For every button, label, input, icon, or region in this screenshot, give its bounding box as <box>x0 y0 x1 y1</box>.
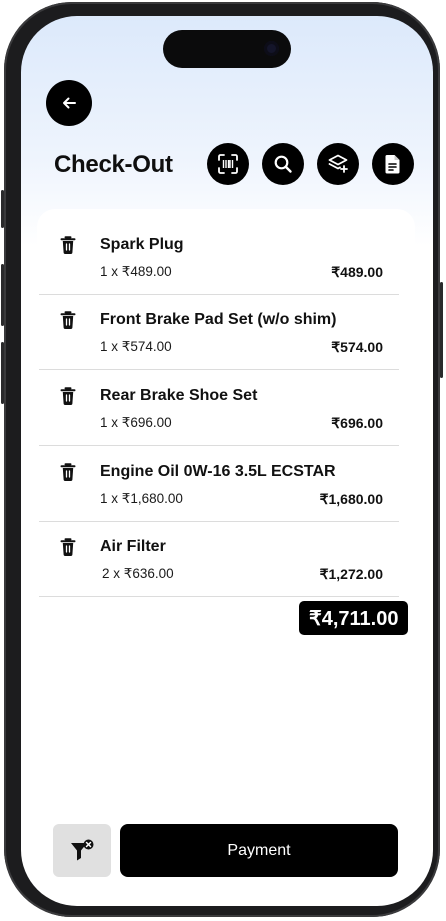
grand-total-badge: ₹4,711.00 <box>299 601 409 635</box>
page-title: Check-Out <box>54 151 173 178</box>
side-button <box>1 190 4 228</box>
trash-icon[interactable] <box>60 235 76 255</box>
item-total: ₹489.00 <box>331 264 383 280</box>
trash-icon[interactable] <box>60 537 76 557</box>
item-total: ₹574.00 <box>331 339 383 355</box>
trash-icon[interactable] <box>60 462 76 482</box>
arrow-left-icon <box>63 97 76 109</box>
item-qty-price: 1 x ₹696.00 <box>100 415 172 430</box>
item-qty-price: 1 x ₹574.00 <box>100 339 172 354</box>
back-button[interactable] <box>46 80 92 126</box>
document-button[interactable] <box>372 143 414 185</box>
filter-clear-icon <box>71 839 94 860</box>
layers-plus-icon <box>328 154 348 173</box>
power-button <box>440 282 443 378</box>
trash-icon[interactable] <box>60 386 76 406</box>
cart-item: Spark Plug 1 x ₹489.00 ₹489.00 <box>39 219 399 295</box>
search-icon <box>274 155 292 173</box>
camera-icon <box>264 41 279 56</box>
item-qty-price: 1 x ₹1,680.00 <box>100 491 183 506</box>
clear-filter-button[interactable] <box>53 824 111 877</box>
phone-frame: Check-Out Spark Plug 1 x ₹489.00 ₹489.00… <box>1 2 443 917</box>
item-name: Engine Oil 0W-16 3.5L ECSTAR <box>100 463 336 480</box>
item-qty-price: 1 x ₹489.00 <box>100 264 172 279</box>
scan-barcode-button[interactable] <box>207 143 249 185</box>
trash-icon[interactable] <box>60 310 76 330</box>
item-total: ₹696.00 <box>331 415 383 431</box>
volume-down-button <box>1 342 4 404</box>
volume-up-button <box>1 264 4 326</box>
document-icon <box>385 155 400 174</box>
add-layer-button[interactable] <box>317 143 359 185</box>
payment-button[interactable]: Payment <box>120 824 398 877</box>
dynamic-island <box>163 30 291 68</box>
cart-item: Rear Brake Shoe Set 1 x ₹696.00 ₹696.00 <box>39 370 399 446</box>
item-name: Spark Plug <box>100 236 184 253</box>
item-total: ₹1,272.00 <box>319 566 383 582</box>
item-name: Front Brake Pad Set (w/o shim) <box>100 311 337 328</box>
item-total: ₹1,680.00 <box>319 491 383 507</box>
item-qty-price: 2 x ₹636.00 <box>102 566 174 581</box>
cart-item: Air Filter 2 x ₹636.00 ₹1,272.00 <box>39 521 399 597</box>
item-name: Rear Brake Shoe Set <box>100 387 258 404</box>
search-button[interactable] <box>262 143 304 185</box>
barcode-scan-icon <box>218 154 238 174</box>
item-name: Air Filter <box>100 538 166 555</box>
screen: Check-Out Spark Plug 1 x ₹489.00 ₹489.00… <box>21 16 433 906</box>
cart-item: Engine Oil 0W-16 3.5L ECSTAR 1 x ₹1,680.… <box>39 446 399 522</box>
cart-item: Front Brake Pad Set (w/o shim) 1 x ₹574.… <box>39 294 399 370</box>
